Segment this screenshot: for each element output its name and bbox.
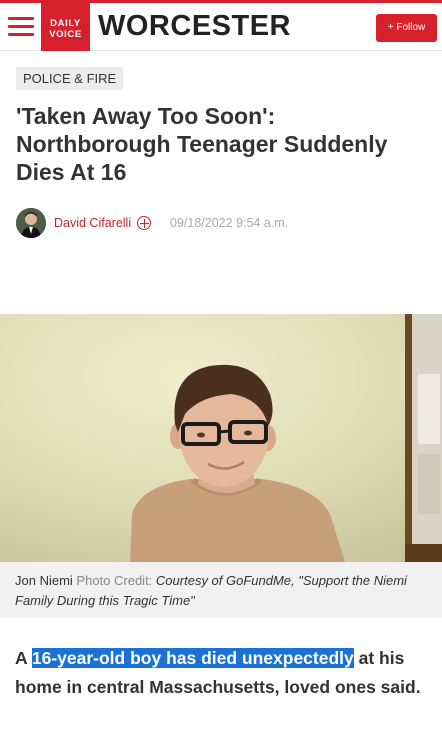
follow-author-plus-icon[interactable] — [137, 216, 151, 230]
caption-subject: Jon Niemi — [15, 573, 73, 588]
photo-caption-box: Jon Niemi Photo Credit: Courtesy of GoFu… — [0, 562, 442, 618]
author-name[interactable]: David Cifarelli — [54, 216, 131, 230]
article-photo[interactable] — [0, 314, 442, 562]
author-avatar[interactable] — [16, 208, 46, 238]
photo-caption: Jon Niemi Photo Credit: Courtesy of GoFu… — [15, 571, 425, 611]
lede-highlighted-text[interactable]: 16-year-old boy has died unexpectedly — [31, 648, 354, 668]
follow-button[interactable]: + Follow — [376, 14, 437, 42]
lede-prefix: A — [15, 648, 32, 668]
site-name[interactable]: WORCESTER — [98, 9, 291, 43]
category-tag[interactable]: POLICE & FIRE — [16, 67, 124, 90]
logo-line-1: DAILY — [50, 18, 81, 29]
hamburger-menu-icon[interactable] — [8, 15, 34, 37]
article-headline: 'Taken Away Too Soon': Northborough Teen… — [16, 103, 388, 185]
daily-voice-logo[interactable]: DAILY VOICE — [41, 3, 90, 51]
photo-credit: Courtesy of GoFundMe, "Support the Niemi… — [15, 573, 407, 608]
logo-line-2: VOICE — [49, 29, 82, 40]
byline: David Cifarelli 09/18/2022 9:54 a.m. — [16, 208, 426, 240]
photo-credit-label: Photo Credit: — [76, 573, 153, 588]
publish-date: 09/18/2022 9:54 a.m. — [170, 216, 289, 230]
site-header: DAILY VOICE WORCESTER + Follow — [0, 3, 442, 51]
article-lede: A 16-year-old boy has died unexpectedly … — [15, 644, 427, 702]
